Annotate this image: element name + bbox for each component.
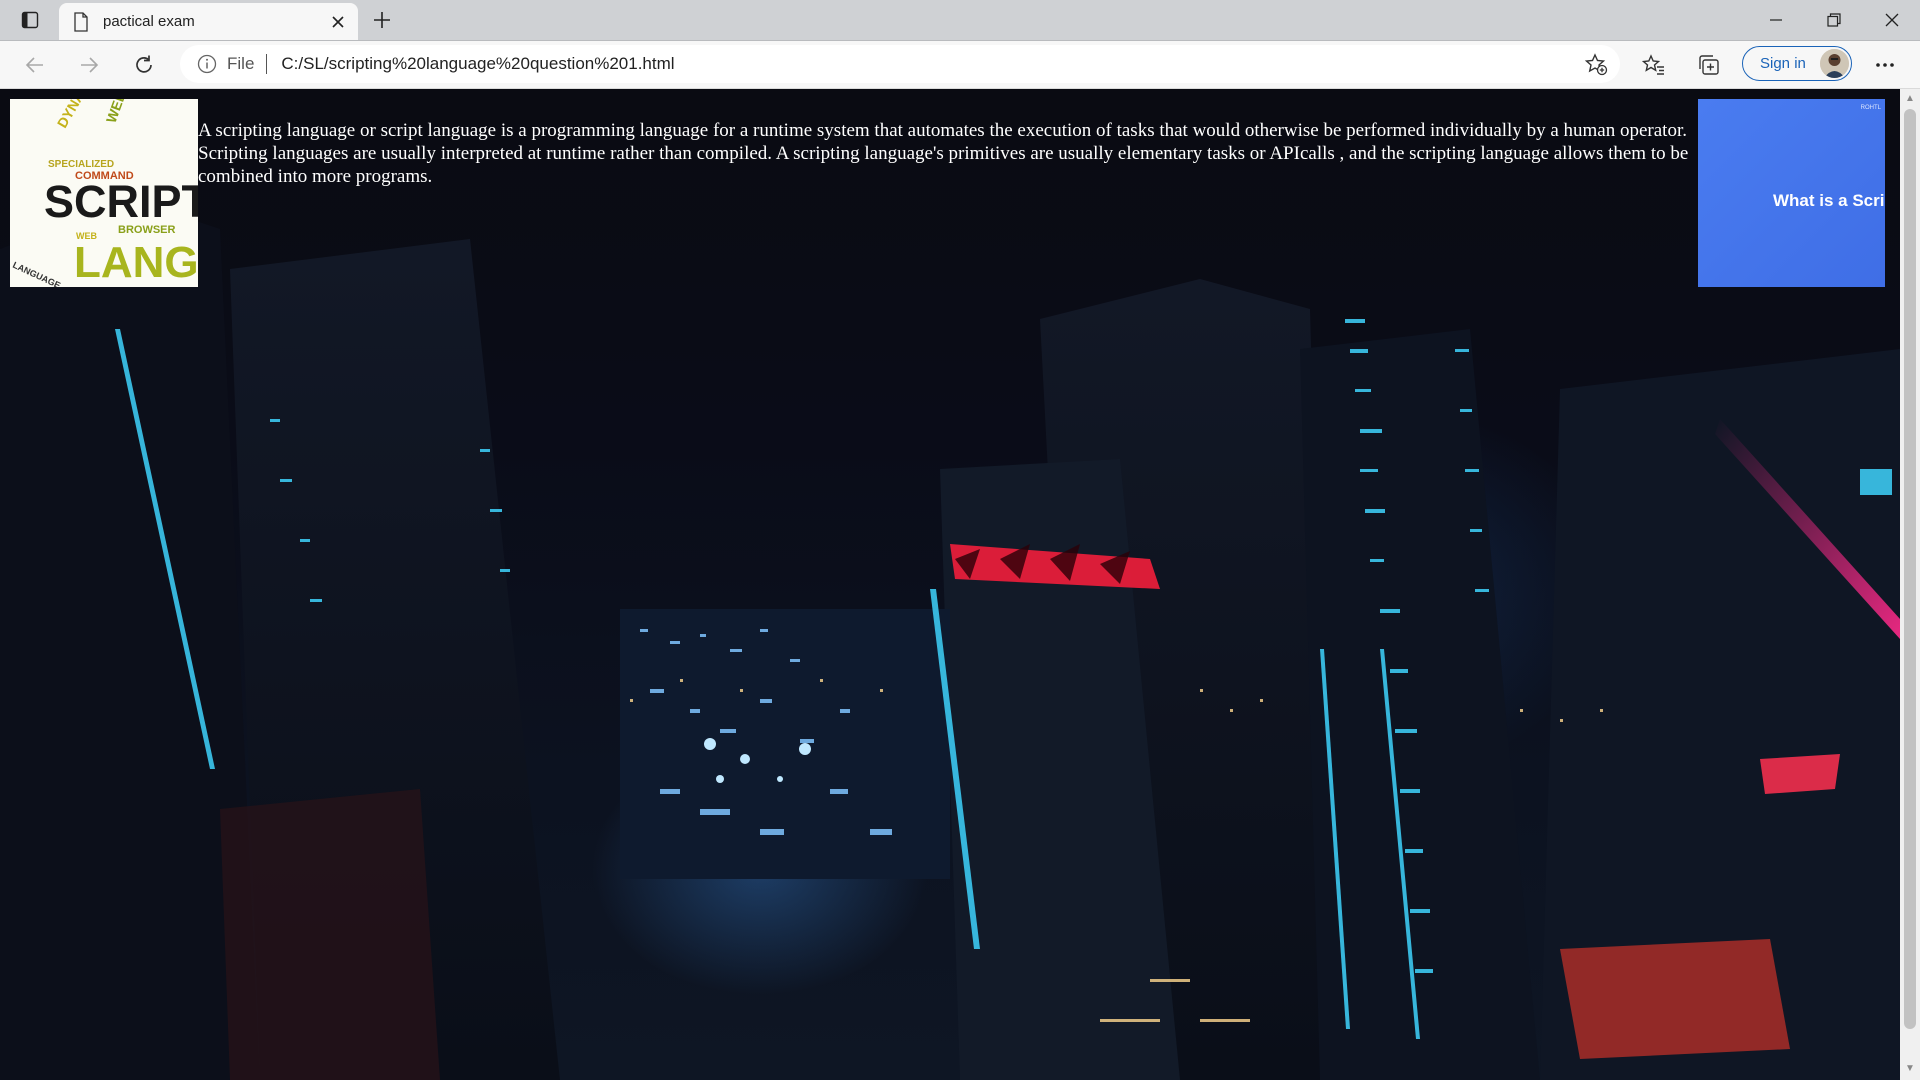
more-horizontal-icon: [1876, 63, 1894, 67]
info-icon[interactable]: [197, 54, 217, 74]
back-button[interactable]: [18, 49, 52, 81]
page-viewport: DYNAMIC WEB SPECIALIZED COMMAND SCRIPT B…: [0, 89, 1900, 1080]
thumbnail-tag: ROHTL: [1860, 105, 1881, 111]
favorites-icon: [1642, 54, 1664, 75]
url-text[interactable]: C:/SL/scripting%20language%20question%20…: [281, 54, 674, 74]
article-paragraph: A scripting language or script language …: [198, 120, 1689, 187]
thumbnail-title: What is a Scri: [1773, 191, 1885, 210]
tab-actions-button[interactable]: [12, 6, 48, 34]
arrow-left-icon: [25, 57, 43, 73]
forward-button[interactable]: [72, 49, 106, 81]
sign-in-label: Sign in: [1760, 55, 1806, 72]
refresh-button[interactable]: [127, 49, 161, 81]
arrow-right-icon: [81, 57, 99, 73]
wordcloud-word: SCRIPT: [44, 176, 198, 227]
tab-close-icon[interactable]: [324, 8, 352, 36]
add-favorite-icon[interactable]: [1584, 52, 1608, 76]
url-separator: [266, 54, 268, 74]
restore-icon: [1827, 13, 1841, 27]
tab-active[interactable]: pactical exam: [59, 3, 358, 40]
scroll-thumb[interactable]: [1904, 109, 1916, 1029]
tab-actions-icon: [21, 11, 39, 29]
url-scheme-label: File: [227, 54, 255, 73]
wordcloud-word: LANGU: [74, 238, 198, 287]
minimize-button[interactable]: [1748, 0, 1804, 40]
avatar: [1820, 49, 1849, 78]
city-background-image: [0, 199, 1900, 1080]
scroll-up-icon[interactable]: ▲: [1904, 93, 1916, 105]
refresh-icon: [136, 55, 152, 73]
scripting-language-word-cloud-image: DYNAMIC WEB SPECIALIZED COMMAND SCRIPT B…: [10, 99, 198, 287]
tab-strip: pactical exam: [0, 0, 1920, 41]
toolbar: File C:/SL/scripting%20language%20questi…: [0, 41, 1920, 89]
close-icon: [1885, 13, 1899, 27]
new-tab-button[interactable]: [366, 5, 398, 35]
address-bar[interactable]: File C:/SL/scripting%20language%20questi…: [180, 45, 1620, 83]
vertical-scrollbar[interactable]: ▲ ▼: [1900, 89, 1920, 1080]
plus-icon: [374, 12, 390, 28]
what-is-a-scripting-language-thumbnail: ROHTL What is a Scri: [1698, 99, 1885, 287]
collections-icon: [1699, 55, 1719, 75]
more-options-button[interactable]: [1868, 49, 1902, 81]
wordcloud-word: BROWSER: [118, 224, 176, 236]
wordcloud-word: WEB: [76, 231, 97, 241]
wordcloud-word: SPECIALIZED: [48, 159, 114, 170]
minimize-icon: [1770, 19, 1782, 21]
tab-title: pactical exam: [103, 13, 195, 30]
sign-in-button[interactable]: Sign in: [1742, 46, 1852, 81]
favorites-button[interactable]: [1637, 49, 1671, 81]
scroll-down-icon[interactable]: ▼: [1904, 1063, 1916, 1075]
page-icon: [74, 11, 88, 32]
collections-button[interactable]: [1692, 49, 1726, 81]
close-window-button[interactable]: [1864, 0, 1920, 40]
restore-button[interactable]: [1806, 0, 1862, 40]
